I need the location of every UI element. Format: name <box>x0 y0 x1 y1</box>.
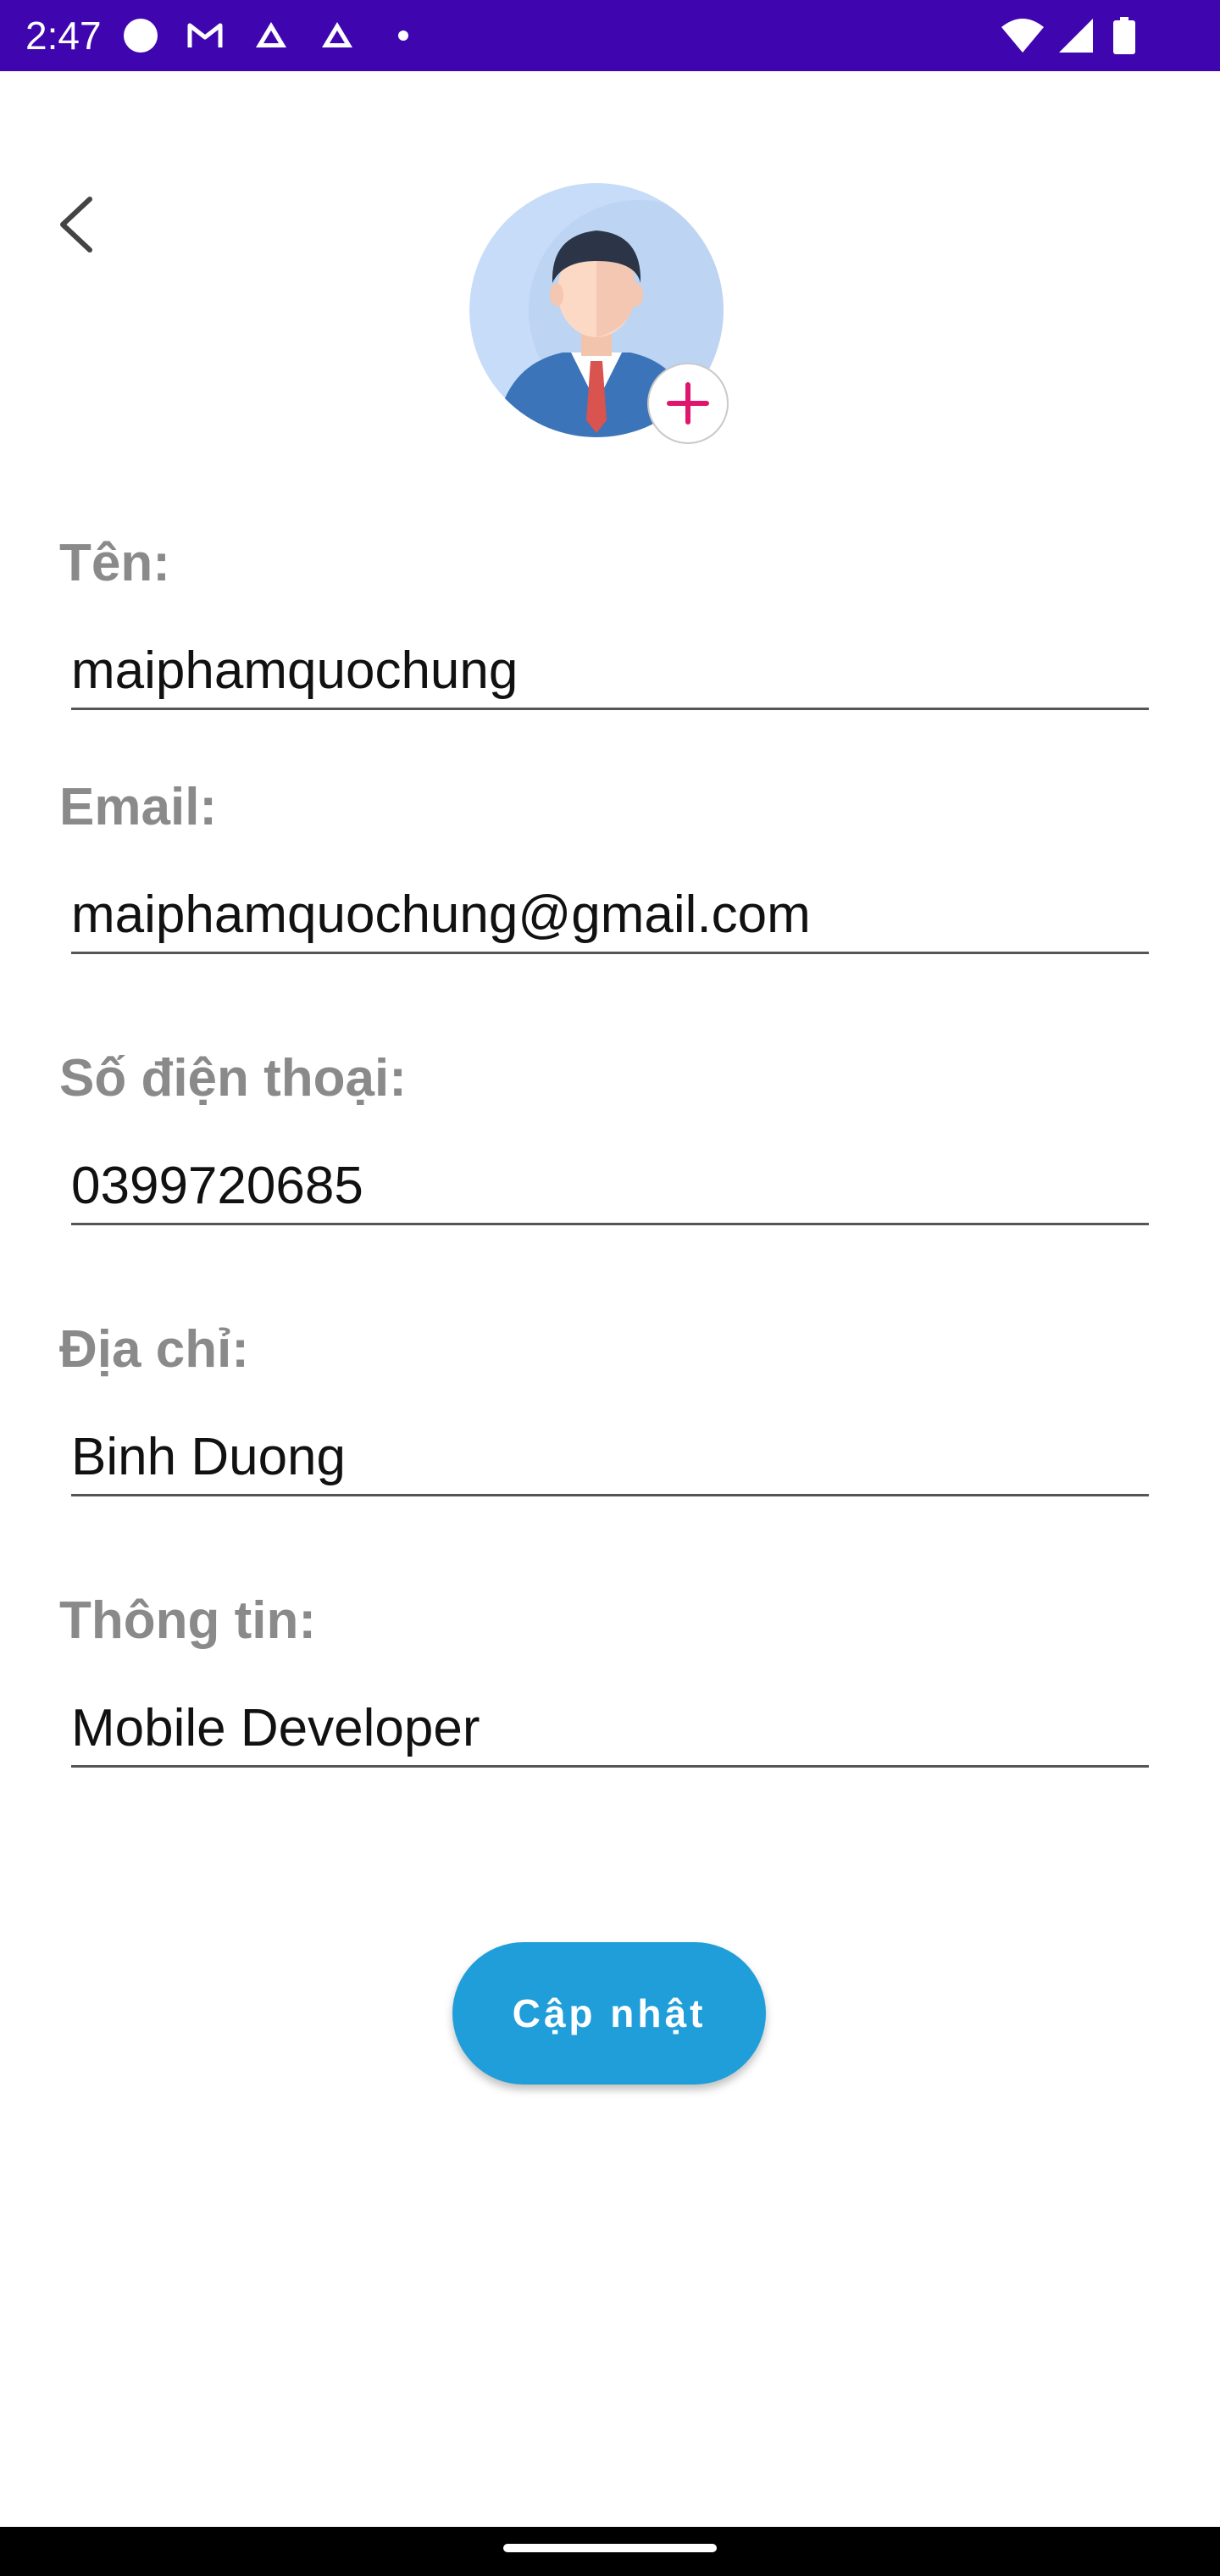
address-label: Địa chỉ: <box>59 1320 249 1379</box>
plus-icon <box>667 382 709 425</box>
phone-label: Số điện thoại: <box>59 1049 407 1108</box>
wifi-icon <box>1001 19 1044 53</box>
add-photo-button[interactable] <box>647 363 729 444</box>
name-label: Tên: <box>59 534 170 592</box>
home-handle[interactable] <box>503 2544 717 2552</box>
name-input[interactable] <box>71 634 1149 710</box>
info-input[interactable] <box>71 1691 1149 1768</box>
gmail-icon <box>187 23 223 47</box>
signal-icon <box>1059 19 1093 53</box>
dot-icon <box>398 31 408 41</box>
address-input[interactable] <box>71 1420 1149 1496</box>
battery-icon <box>1113 17 1135 54</box>
info-label: Thông tin: <box>59 1591 316 1650</box>
email-input[interactable] <box>71 878 1149 954</box>
back-chevron-left-icon[interactable] <box>51 191 102 258</box>
navigation-bar <box>0 2527 1220 2576</box>
drive-icon <box>322 22 352 47</box>
status-bar: 2:47 <box>0 0 1220 71</box>
phone-input[interactable] <box>71 1149 1149 1225</box>
status-time: 2:47 <box>25 14 102 58</box>
update-button[interactable]: Cập nhật <box>452 1942 766 2085</box>
email-label: Email: <box>59 778 218 836</box>
notification-circle-icon <box>124 19 158 53</box>
drive-icon <box>256 22 286 47</box>
